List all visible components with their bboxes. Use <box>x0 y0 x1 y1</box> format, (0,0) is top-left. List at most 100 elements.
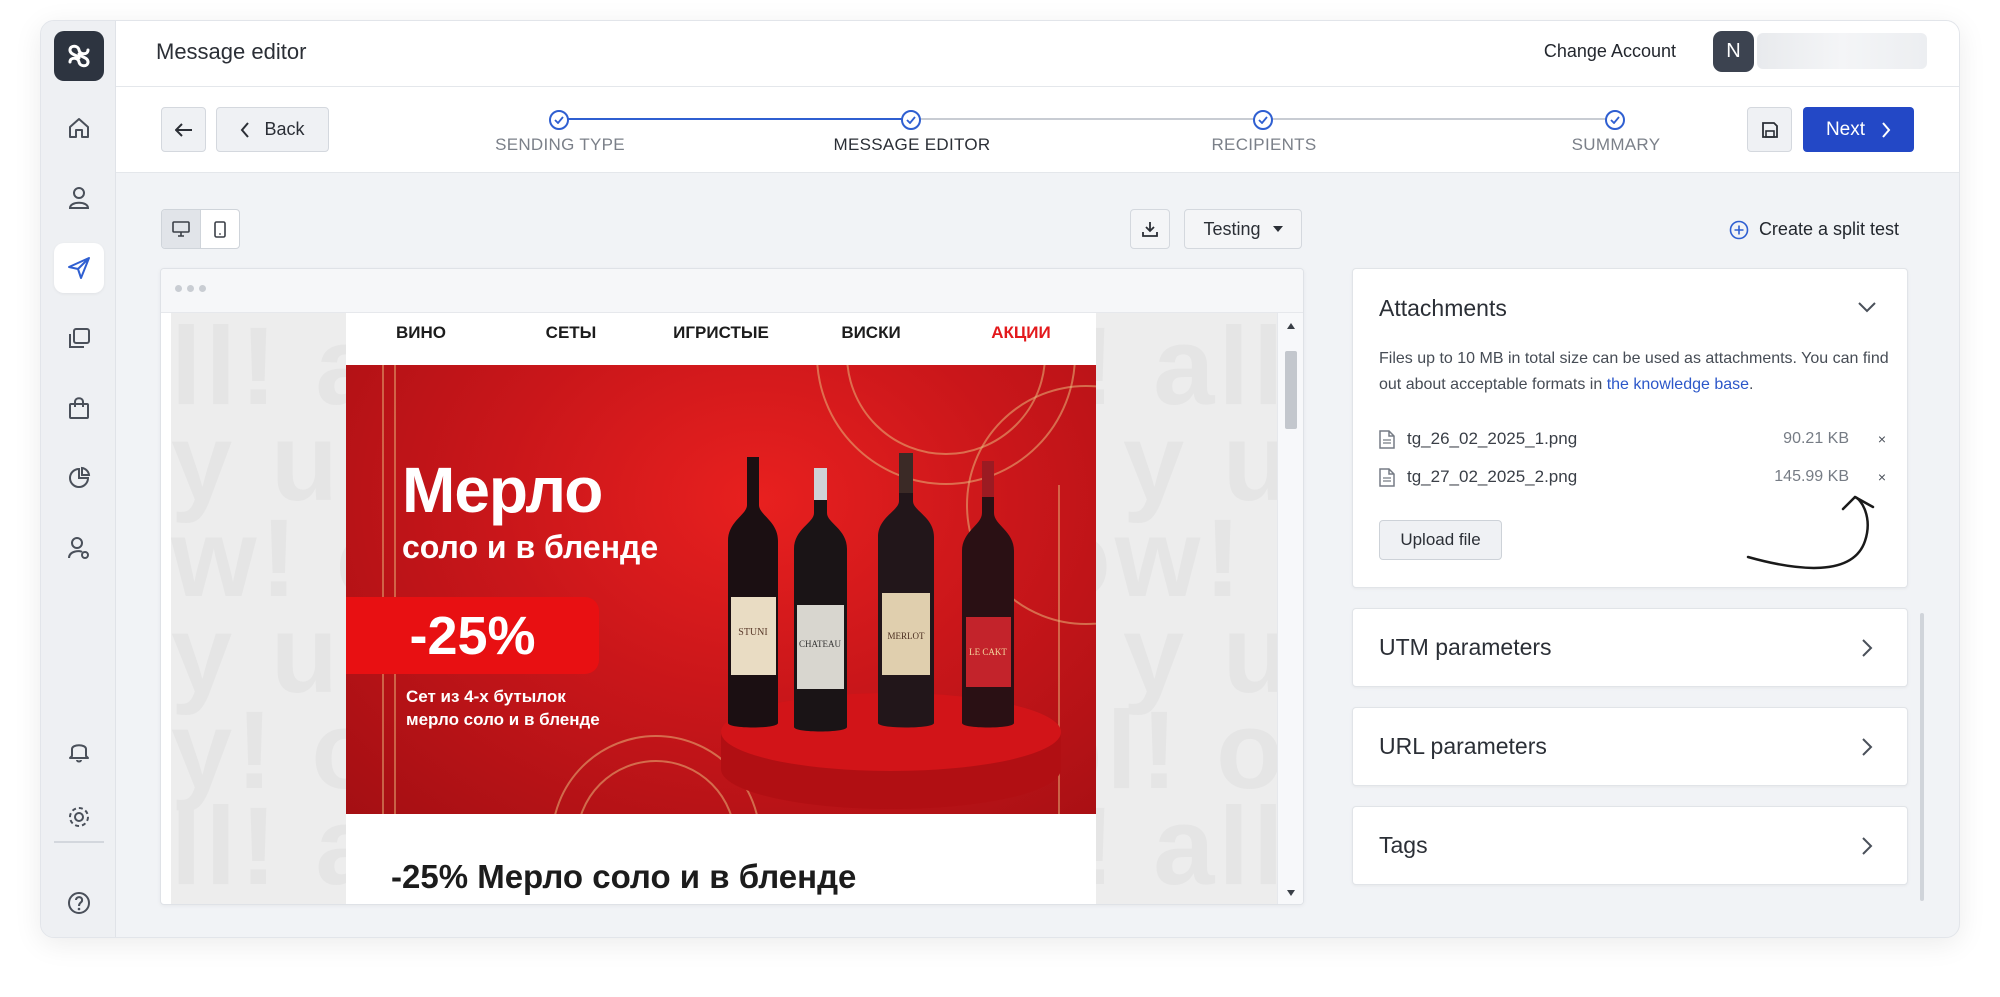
download-button[interactable] <box>1130 209 1170 249</box>
preview-header <box>161 269 1303 313</box>
chevron-down-icon <box>1858 301 1876 312</box>
window-dots <box>175 285 206 292</box>
email-menu-item[interactable]: СЕТЫ <box>496 313 646 365</box>
download-icon <box>1142 222 1158 237</box>
nav-analytics[interactable] <box>54 453 104 503</box>
page-title: Message editor <box>156 39 307 64</box>
arrow-back-button[interactable] <box>161 107 206 152</box>
nav-campaigns[interactable] <box>54 243 104 293</box>
chevron-right-icon <box>1882 121 1891 138</box>
home-icon <box>69 118 89 138</box>
utm-parameters-panel[interactable]: UTM parameters <box>1352 608 1908 687</box>
collapse-button[interactable] <box>1857 297 1877 317</box>
remove-attachment-button[interactable]: × <box>1875 431 1889 447</box>
step-label: MESSAGE EDITOR <box>833 135 991 154</box>
save-floppy-icon <box>1761 121 1778 138</box>
email-menu-item[interactable]: ВИНО <box>346 313 496 365</box>
settings-gear-icon <box>69 807 89 827</box>
file-icon <box>1379 429 1395 449</box>
next-button[interactable]: Next <box>1803 107 1914 152</box>
preview-canvas[interactable]: ll! all! all! all! all! all! y un! y un!… <box>171 313 1279 904</box>
analytics-pie-icon <box>69 466 91 488</box>
create-split-test-link[interactable]: Create a split test <box>1729 219 1899 240</box>
contacts-icon <box>68 187 90 209</box>
chevron-right-icon <box>1861 738 1872 756</box>
back-label: Back <box>264 119 305 139</box>
help-icon <box>68 892 90 914</box>
check-circle-icon <box>1605 110 1625 130</box>
tags-panel[interactable]: Tags <box>1352 806 1908 885</box>
back-button[interactable]: Back <box>216 107 329 152</box>
chevron-right-icon <box>1861 639 1872 657</box>
bottle-label-text: LE CAKT <box>969 647 1007 657</box>
bottle-label-text: STUNI <box>738 627 767 638</box>
preview-scrollbar[interactable] <box>1277 313 1303 904</box>
save-button[interactable] <box>1747 107 1792 152</box>
app-window: Message editor Change Account N Back SEN… <box>40 20 1960 938</box>
wine-bottle-1: STUNI <box>728 457 778 728</box>
attachment-name: tg_26_02_2025_1.png <box>1407 429 1578 448</box>
nav-help[interactable] <box>54 878 104 928</box>
promo-banner[interactable]: Мерло соло и в бленде -25% Сет из 4-х бу… <box>346 365 1096 814</box>
email-menu-item-promo[interactable]: АКЦИИ <box>946 313 1096 365</box>
device-toggle <box>161 209 240 249</box>
nav-contacts[interactable] <box>54 173 104 223</box>
attachments-desc-end: . <box>1749 376 1754 393</box>
upload-file-button[interactable]: Upload file <box>1379 520 1502 560</box>
email-body: ВИНО СЕТЫ ИГРИСТЫЕ ВИСКИ АКЦИИ Мерло сол… <box>346 313 1096 904</box>
wine-bottle-2: CHATEAU <box>794 468 847 732</box>
email-menu-item[interactable]: ИГРИСТЫЕ <box>646 313 796 365</box>
next-label: Next <box>1825 118 1866 140</box>
app-logo[interactable] <box>54 31 104 81</box>
arrow-left-icon <box>174 122 192 137</box>
desktop-view-button[interactable] <box>162 210 201 248</box>
attachment-size: 90.21 KB <box>1783 430 1849 447</box>
mobile-icon <box>213 220 226 238</box>
testing-dropdown[interactable]: Testing <box>1184 209 1302 249</box>
nav-home[interactable] <box>54 103 104 153</box>
plus-circle-icon <box>1729 220 1749 239</box>
step-connector-done <box>559 118 911 120</box>
url-parameters-panel[interactable]: URL parameters <box>1352 707 1908 786</box>
templates-icon <box>69 328 90 348</box>
nav-notifications[interactable] <box>54 726 104 776</box>
campaigns-send-icon <box>68 257 90 279</box>
wine-bottles-image: STUNI CHATEAU MERLOT LE CAKT <box>728 453 1014 732</box>
scroll-down-icon <box>1287 890 1295 896</box>
avatar[interactable]: N <box>1713 31 1754 72</box>
nav-ecommerce[interactable] <box>54 383 104 433</box>
scroll-up-icon <box>1287 323 1295 329</box>
stepper-bar: Back SENDING TYPE MESSAGE EDITOR RECIPIE… <box>116 87 1959 173</box>
file-icon <box>1379 467 1395 487</box>
account-name-redacted[interactable] <box>1757 33 1927 69</box>
scrollbar-thumb[interactable] <box>1285 351 1297 429</box>
knowledge-base-link[interactable]: the knowledge base <box>1607 376 1749 393</box>
email-menu: ВИНО СЕТЫ ИГРИСТЫЕ ВИСКИ АКЦИИ <box>346 313 1096 365</box>
mobile-view-button[interactable] <box>201 210 240 248</box>
nav-user-settings[interactable] <box>54 523 104 573</box>
testing-label: Testing <box>1203 218 1261 239</box>
logo-icon <box>68 44 90 68</box>
check-circle-icon <box>1253 110 1273 130</box>
bottle-label-text: CHATEAU <box>799 639 841 649</box>
wine-bottle-3: MERLOT <box>878 453 934 728</box>
email-preview-frame: ll! all! all! all! all! all! y un! y un!… <box>160 268 1304 905</box>
wine-bottle-4: LE CAKT <box>962 461 1014 728</box>
hand-drawn-arrow-annotation <box>1746 495 1875 570</box>
chevron-left-icon <box>241 121 250 138</box>
change-account-link[interactable]: Change Account <box>1544 41 1676 62</box>
attachments-panel: Attachments Files up to 10 MB in total s… <box>1352 268 1908 588</box>
tags-title: Tags <box>1379 832 1428 858</box>
expand-button <box>1857 737 1877 757</box>
nav-templates[interactable] <box>54 313 104 363</box>
url-parameters-title: URL parameters <box>1379 733 1547 759</box>
step-label: SUMMARY <box>1571 135 1661 154</box>
nav-settings[interactable] <box>54 792 104 842</box>
user-settings-icon <box>68 537 89 559</box>
utm-parameters-title: UTM parameters <box>1379 634 1552 660</box>
attachment-file-row: tg_26_02_2025_1.png 90.21 KB × <box>1379 424 1889 454</box>
right-panel-scrollbar[interactable] <box>1920 613 1924 901</box>
desktop-icon <box>171 221 190 237</box>
check-circle-icon <box>549 110 569 130</box>
email-menu-item[interactable]: ВИСКИ <box>796 313 946 365</box>
